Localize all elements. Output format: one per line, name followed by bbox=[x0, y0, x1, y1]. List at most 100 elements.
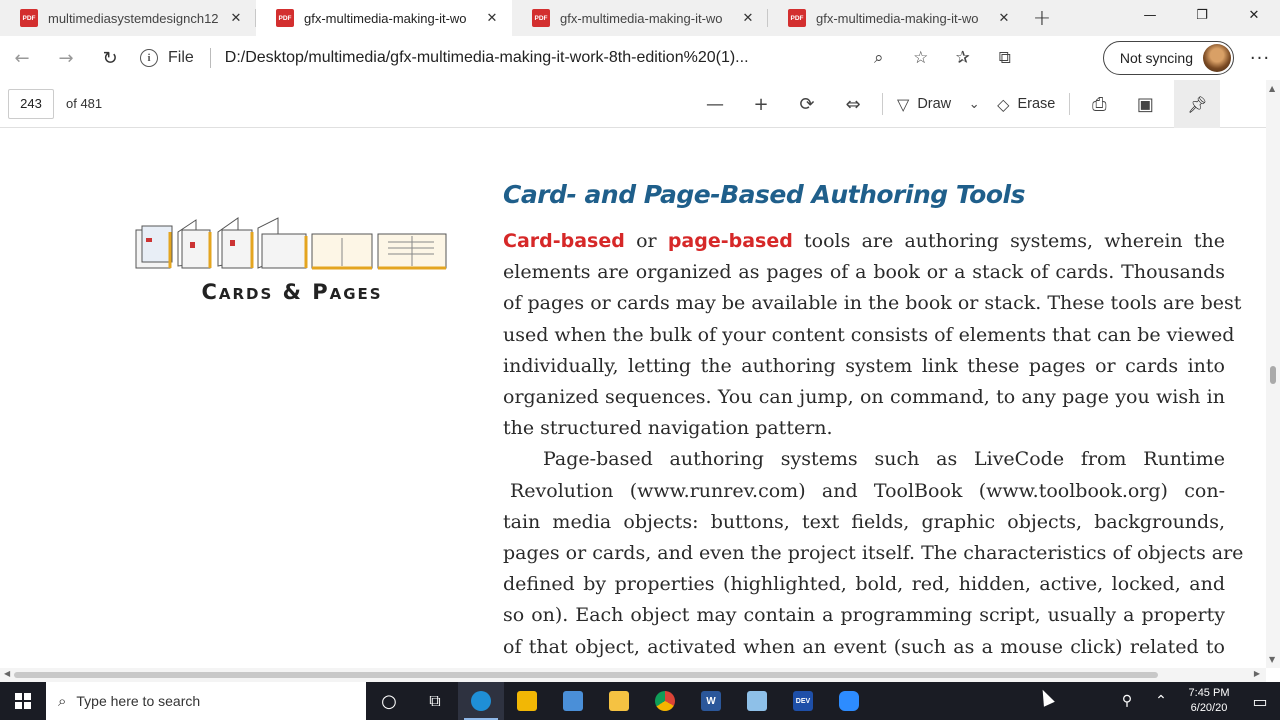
zoom-in-icon[interactable]: + bbox=[738, 86, 784, 122]
scrollbar-thumb[interactable] bbox=[14, 672, 1158, 678]
eraser-icon: ◇ bbox=[997, 94, 1010, 114]
system-tray: ⚲ ⌃ 7:45 PM 6/20/20 ▭ bbox=[1110, 682, 1280, 720]
page-total: of 481 bbox=[66, 96, 103, 111]
avatar bbox=[1203, 44, 1231, 72]
tab-title: multimediasystemdesignch12 bbox=[48, 10, 219, 26]
address-bar[interactable]: i File D:/Desktop/multimedia/gfx-multime… bbox=[138, 41, 1095, 75]
tab-4[interactable]: PDF gfx-multimedia-making-it-wo ✕ bbox=[768, 0, 1024, 36]
word-icon[interactable]: W bbox=[688, 682, 734, 720]
start-button[interactable] bbox=[0, 682, 46, 720]
close-icon[interactable]: ✕ bbox=[482, 8, 502, 28]
minimize-icon[interactable]: — bbox=[1124, 0, 1176, 30]
scroll-left-icon[interactable]: ◀ bbox=[4, 669, 10, 678]
fit-width-icon[interactable]: ⇔ bbox=[830, 86, 876, 122]
taskbar-clock[interactable]: 7:45 PM 6/20/20 bbox=[1178, 686, 1240, 716]
tab-title: gfx-multimedia-making-it-wo bbox=[816, 10, 979, 26]
chevron-up-icon[interactable]: ⌃ bbox=[1144, 682, 1178, 720]
text-fragment: or bbox=[636, 230, 657, 252]
tab-1[interactable]: PDF multimediasystemdesignch12 ✕ bbox=[0, 0, 256, 36]
text-line: of that object, activated when an event … bbox=[503, 635, 1225, 658]
close-window-icon[interactable]: ✕ bbox=[1228, 0, 1280, 30]
draw-button[interactable]: ▽ Draw bbox=[889, 86, 959, 122]
erase-button[interactable]: ◇ Erase bbox=[989, 86, 1063, 122]
scrollbar-thumb[interactable] bbox=[1270, 366, 1276, 384]
sync-label: Not syncing bbox=[1119, 50, 1193, 66]
text-line: pages or cards, and even the project its… bbox=[503, 542, 1244, 565]
favorite-star-icon[interactable]: ☆ bbox=[905, 42, 937, 74]
highlight-term: Card-based bbox=[503, 230, 625, 252]
more-options-icon[interactable]: ··· bbox=[1240, 42, 1280, 74]
tab-3[interactable]: PDF gfx-multimedia-making-it-wo ✕ bbox=[512, 0, 768, 36]
scheme-label: File bbox=[168, 49, 194, 66]
store-icon[interactable] bbox=[504, 682, 550, 720]
toolbar-separator bbox=[882, 93, 883, 115]
print-icon[interactable]: ⎙ bbox=[1076, 86, 1122, 122]
erase-label: Erase bbox=[1017, 96, 1056, 112]
vertical-scrollbar[interactable]: ▲ ▼ bbox=[1266, 80, 1280, 668]
notifications-icon[interactable]: ▭ bbox=[1240, 682, 1280, 720]
folder-icon bbox=[609, 691, 629, 711]
tab-title: gfx-multimedia-making-it-wo bbox=[560, 10, 723, 26]
back-arrow-icon[interactable]: ← bbox=[0, 40, 44, 76]
tab-title: gfx-multimedia-making-it-wo bbox=[304, 10, 467, 26]
file-explorer-icon[interactable] bbox=[596, 682, 642, 720]
dev-app-icon[interactable]: DEV bbox=[780, 682, 826, 720]
pdf-file-icon: PDF bbox=[532, 9, 550, 27]
cards-illustration-icon bbox=[135, 217, 447, 270]
refresh-icon[interactable]: ↻ bbox=[88, 40, 132, 76]
scroll-down-icon[interactable]: ▼ bbox=[1269, 655, 1275, 664]
close-icon[interactable]: ✕ bbox=[738, 8, 758, 28]
restore-icon[interactable]: ❐ bbox=[1176, 0, 1228, 30]
save-icon[interactable]: ▣ bbox=[1122, 86, 1168, 122]
taskbar-search[interactable]: ⌕ Type here to search bbox=[46, 682, 366, 720]
text-line: Card-based or page-based tools are autho… bbox=[503, 226, 1225, 257]
chrome-icon[interactable] bbox=[642, 682, 688, 720]
body-text: Card-based or page-based tools are autho… bbox=[503, 226, 1244, 663]
horizontal-scrollbar[interactable]: ◀ ▶ bbox=[0, 668, 1266, 682]
cards-pages-logo: Cards & Pages bbox=[134, 216, 450, 306]
favorites-list-icon[interactable]: ✰ bbox=[947, 42, 979, 74]
collections-icon[interactable]: ⧉ bbox=[989, 42, 1021, 74]
tab-2[interactable]: PDF gfx-multimedia-making-it-wo ✕ bbox=[256, 0, 512, 36]
zoom-logo-icon bbox=[839, 691, 859, 711]
pin-toolbar-icon[interactable]: 📌︎ bbox=[1174, 80, 1221, 128]
network-app-icon[interactable] bbox=[550, 682, 596, 720]
text-line: so on). Each object may contain a progra… bbox=[503, 604, 1225, 627]
highlight-term: page-based bbox=[667, 230, 793, 252]
address-actions: ⌕ ☆ ✰ ⧉ bbox=[863, 42, 1021, 74]
zoom-out-icon[interactable]: — bbox=[692, 86, 738, 122]
info-icon[interactable]: i bbox=[140, 49, 158, 67]
notepad-icon[interactable] bbox=[734, 682, 780, 720]
text-line: Revolution (www.runrev.com) and ToolBook… bbox=[510, 479, 1225, 502]
page-number-input[interactable]: 243 bbox=[8, 88, 54, 119]
dev-logo-icon: DEV bbox=[793, 691, 813, 711]
chevron-down-icon[interactable]: ⌄ bbox=[959, 86, 989, 122]
new-tab-button[interactable]: + bbox=[1024, 0, 1060, 36]
profile-sync-button[interactable]: Not syncing bbox=[1102, 41, 1234, 75]
forward-arrow-icon[interactable]: → bbox=[44, 40, 88, 76]
edge-icon[interactable] bbox=[458, 682, 504, 720]
windows-taskbar: ⌕ Type here to search ○ ⧉ W DEV ⚲ ⌃ 7:45… bbox=[0, 682, 1280, 720]
chrome-logo-icon bbox=[655, 691, 675, 711]
clock-date: 6/20/20 bbox=[1190, 702, 1228, 714]
store-bag-icon bbox=[517, 691, 537, 711]
url-text[interactable]: D:/Desktop/multimedia/gfx-multimedia-mak… bbox=[225, 49, 845, 67]
close-icon[interactable]: ✕ bbox=[226, 8, 246, 28]
people-icon[interactable]: ⚲ bbox=[1110, 682, 1144, 720]
edge-logo-icon bbox=[471, 691, 491, 711]
zoom-app-icon[interactable] bbox=[826, 682, 872, 720]
draw-label: Draw bbox=[917, 96, 952, 112]
scroll-up-icon[interactable]: ▲ bbox=[1269, 84, 1275, 93]
cortana-icon[interactable]: ○ bbox=[366, 682, 412, 720]
computer-icon bbox=[563, 691, 583, 711]
zoom-icon[interactable]: ⌕ bbox=[863, 42, 895, 74]
text-line: Page-based authoring systems such as Liv… bbox=[543, 448, 1225, 471]
windows-logo-icon bbox=[15, 693, 31, 709]
rotate-icon[interactable]: ⟳ bbox=[784, 86, 830, 122]
text-line: individually, letting the authoring syst… bbox=[503, 354, 1225, 377]
close-icon[interactable]: ✕ bbox=[994, 8, 1014, 28]
scroll-right-icon[interactable]: ▶ bbox=[1254, 669, 1260, 678]
pdf-file-icon: PDF bbox=[276, 9, 294, 27]
clock-time: 7:45 PM bbox=[1188, 687, 1230, 699]
task-view-icon[interactable]: ⧉ bbox=[412, 682, 458, 720]
